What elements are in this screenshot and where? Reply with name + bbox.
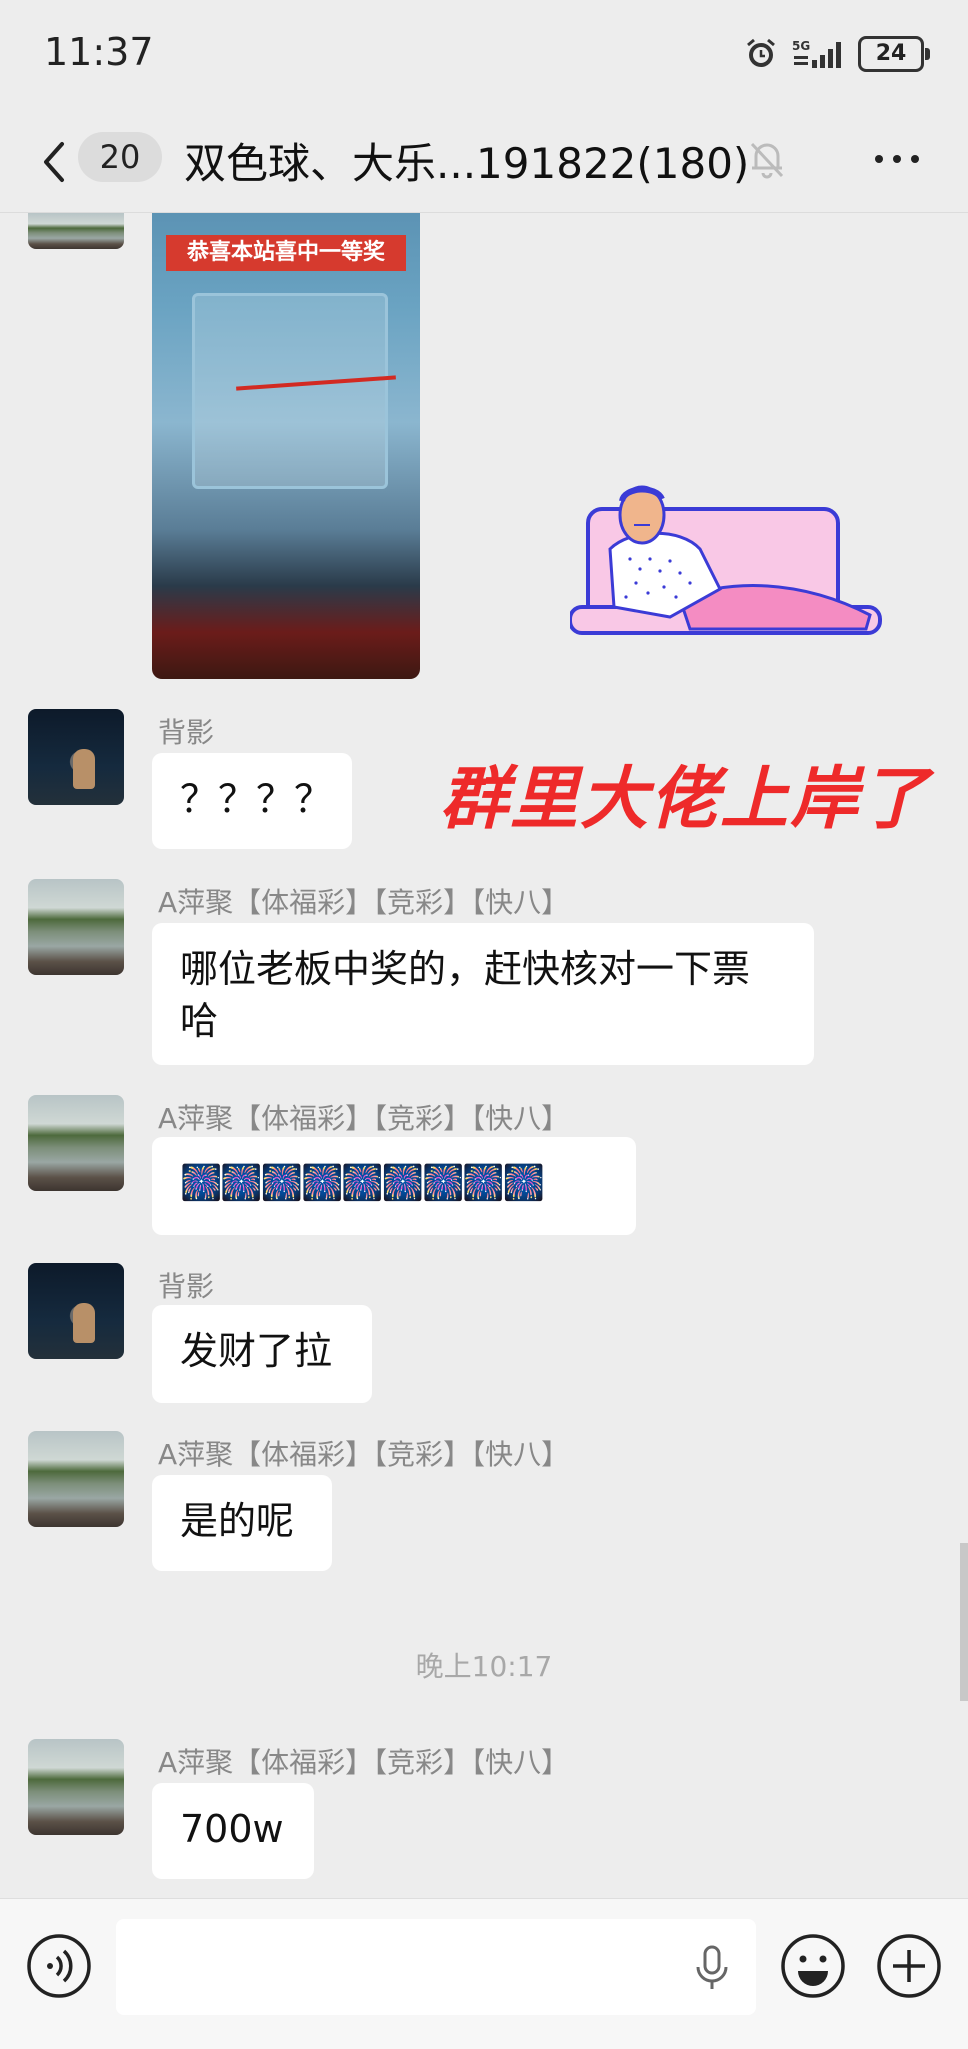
avatar[interactable]: [28, 1431, 124, 1527]
reclining-man-sticker[interactable]: [570, 479, 890, 639]
avatar[interactable]: [28, 1095, 124, 1191]
mute-bell-icon: [750, 142, 784, 179]
sender-name: A萍聚【体福彩】【竞彩】【快八】: [158, 1102, 570, 1135]
back-button[interactable]: [36, 132, 72, 192]
sender-name: 背影: [158, 716, 215, 749]
alarm-icon: [747, 38, 775, 67]
sender-name: A萍聚【体福彩】【竞彩】【快八】: [158, 1438, 570, 1471]
message-bubble[interactable]: 🎆🎆🎆🎆🎆🎆🎆🎆🎆: [152, 1137, 636, 1235]
chat-title: 双色球、大乐...191822(180): [184, 139, 750, 188]
photo-banner-text: 恭喜本站喜中一等奖: [166, 235, 406, 271]
signal-5g-icon: 5G: [792, 39, 841, 68]
photo-screen: [192, 293, 388, 489]
sender-name: A萍聚【体福彩】【竞彩】【快八】: [158, 1746, 570, 1779]
sender-name: A萍聚【体福彩】【竞彩】【快八】: [158, 886, 570, 919]
more-options-button[interactable]: [868, 130, 926, 188]
avatar[interactable]: [28, 709, 124, 805]
message-bubble[interactable]: ？？？？: [152, 753, 352, 849]
sender-name: 背影: [158, 1270, 215, 1303]
message-bubble[interactable]: 700w: [152, 1783, 314, 1879]
lottery-photo-message[interactable]: 恭喜本站喜中一等奖: [152, 213, 420, 679]
avatar[interactable]: [28, 879, 124, 975]
battery-indicator: 24: [858, 36, 930, 72]
status-icons: 5G 24: [744, 36, 930, 72]
overlay-caption: 群里大佬上岸了: [440, 760, 931, 839]
status-bar: 11:37 5G 24: [0, 0, 968, 110]
chat-header: 20 双色球、大乐...191822(180): [0, 110, 968, 213]
voice-input-button[interactable]: [26, 1933, 92, 1999]
message-text-input[interactable]: [116, 1919, 756, 2015]
status-time: 11:37: [44, 30, 154, 74]
avatar[interactable]: [28, 1739, 124, 1835]
message-bubble[interactable]: 是的呢: [152, 1475, 332, 1571]
microphone-icon[interactable]: [690, 1945, 734, 1991]
network-label: 5G: [792, 39, 810, 53]
avatar[interactable]: [28, 1263, 124, 1359]
chat-message-list[interactable]: 恭喜本站喜中一等奖 群里大佬上岸了 背影 ？？？？ A萍聚【体福彩】【竞彩】【快…: [0, 213, 968, 1898]
scrollbar[interactable]: [960, 1543, 968, 1701]
message-bubble[interactable]: 发财了拉: [152, 1305, 372, 1403]
timestamp-divider: 晚上10:17: [415, 1650, 553, 1683]
plus-more-button[interactable]: [876, 1933, 942, 1999]
message-input-bar: [0, 1898, 968, 2049]
avatar[interactable]: [28, 213, 124, 249]
emoji-button[interactable]: [780, 1933, 846, 1999]
message-bubble[interactable]: 哪位老板中奖的，赶快核对一下票哈: [152, 923, 814, 1065]
unread-count-badge[interactable]: 20: [78, 132, 162, 182]
